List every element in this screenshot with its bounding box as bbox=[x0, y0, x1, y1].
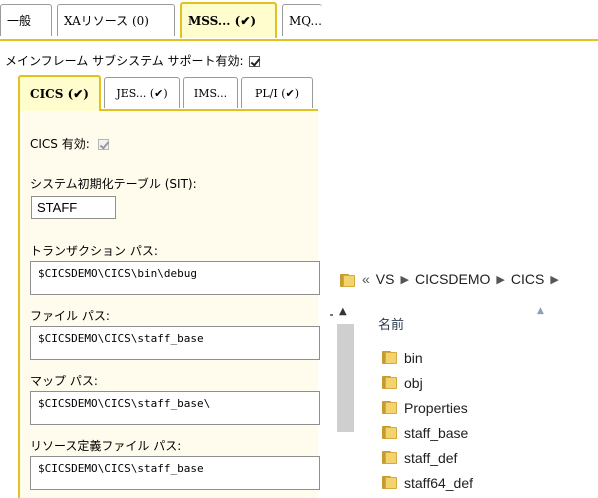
tab-general[interactable]: 一般 bbox=[0, 4, 52, 36]
transaction-path-field[interactable]: $CICSDEMO\CICS\bin\debug bbox=[30, 261, 320, 295]
item-label: bin bbox=[404, 349, 423, 366]
tab-cics[interactable]: CICS (✔) bbox=[18, 75, 101, 111]
tab-general-label: 一般 bbox=[7, 14, 32, 28]
cics-enabled-label: CICS 有効: bbox=[30, 137, 90, 151]
tab-jes[interactable]: JES... (✔) bbox=[104, 77, 180, 108]
breadcrumb-cics[interactable]: CICS bbox=[511, 271, 544, 287]
file-path-label: ファイル パス: bbox=[30, 309, 110, 323]
list-item[interactable]: obj bbox=[382, 370, 592, 395]
folder-icon bbox=[340, 274, 355, 287]
sit-input[interactable]: STAFF bbox=[31, 196, 116, 219]
breadcrumb-cicsdemo[interactable]: CICSDEMO bbox=[415, 271, 490, 287]
list-item[interactable]: staff_def bbox=[382, 445, 592, 470]
chevron-right-icon[interactable]: ▶ bbox=[496, 274, 504, 286]
tab-mq-label: MQ... bbox=[289, 13, 322, 28]
folder-icon bbox=[382, 476, 397, 489]
item-label: staff64_def bbox=[404, 474, 474, 491]
sort-ascending-icon: ▲ bbox=[537, 306, 544, 316]
tab-mss-label: MSS... (✔) bbox=[188, 14, 257, 28]
tab-mss[interactable]: MSS... (✔) bbox=[180, 2, 277, 38]
folder-icon bbox=[382, 451, 397, 464]
top-tab-bar: 一般 XAリソース (0) MSS... (✔) MQ... bbox=[0, 0, 598, 41]
file-explorer: « VS ▶ CICSDEMO ▶ CICS ▶ ▲ 名前 ▲ bin obj Proper… bbox=[330, 262, 598, 498]
item-label: staff_base bbox=[404, 424, 469, 441]
file-path-field[interactable]: $CICSDEMO\CICS\staff_base bbox=[30, 326, 320, 360]
file-list: bin obj Properties staff_base staff_def … bbox=[382, 345, 592, 495]
tab-ims-label: IMS... bbox=[193, 86, 228, 100]
more-crumbs-icon[interactable]: « bbox=[362, 271, 370, 287]
tab-ims[interactable]: IMS... bbox=[183, 77, 238, 108]
map-path-label: マップ パス: bbox=[30, 374, 98, 388]
mainframe-support-label: メインフレーム サブシステム サポート有効: bbox=[5, 54, 244, 68]
tab-pli-label: PL/I (✔) bbox=[254, 86, 300, 100]
folder-icon bbox=[382, 426, 397, 439]
scrollbar-thumb[interactable] bbox=[337, 324, 354, 432]
tab-cics-label: CICS (✔) bbox=[30, 87, 89, 101]
sit-label: システム初期化テーブル (SIT): bbox=[30, 177, 197, 191]
tab-mq[interactable]: MQ... bbox=[282, 4, 322, 36]
item-label: staff_def bbox=[404, 449, 458, 466]
folder-icon bbox=[382, 401, 397, 414]
list-item[interactable]: staff_base bbox=[382, 420, 592, 445]
mainframe-support-checkbox[interactable] bbox=[248, 56, 260, 67]
chevron-right-icon[interactable]: ▶ bbox=[400, 274, 408, 286]
cics-enabled-checkbox bbox=[97, 139, 109, 150]
scroll-up-arrow-icon[interactable]: ▲ bbox=[339, 306, 347, 317]
resource-file-path-field[interactable]: $CICSDEMO\CICS\staff_base bbox=[30, 456, 320, 490]
breadcrumb-vs[interactable]: VS bbox=[376, 271, 395, 287]
breadcrumb: « VS ▶ CICSDEMO ▶ CICS ▶ bbox=[362, 271, 565, 287]
address-bar[interactable]: « VS ▶ CICSDEMO ▶ CICS ▶ bbox=[330, 262, 598, 298]
list-item[interactable]: staff64_def bbox=[382, 470, 592, 495]
list-item[interactable]: Properties bbox=[382, 395, 592, 420]
nav-marker bbox=[330, 314, 333, 316]
tab-xa-resources-label: XAリソース (0) bbox=[64, 14, 149, 28]
tab-pli[interactable]: PL/I (✔) bbox=[241, 77, 313, 108]
resource-file-path-label: リソース定義ファイル パス: bbox=[30, 439, 182, 453]
transaction-path-label: トランザクション パス: bbox=[30, 244, 158, 258]
map-path-field[interactable]: $CICSDEMO\CICS\staff_base\ bbox=[30, 391, 320, 425]
folder-icon bbox=[382, 376, 397, 389]
tab-jes-label: JES... (✔) bbox=[116, 86, 168, 100]
item-label: Properties bbox=[404, 399, 468, 416]
tab-xa-resources[interactable]: XAリソース (0) bbox=[57, 4, 175, 36]
folder-icon bbox=[382, 351, 397, 364]
list-item[interactable]: bin bbox=[382, 345, 592, 370]
tab-bar-underline bbox=[0, 39, 598, 41]
item-label: obj bbox=[404, 374, 423, 391]
cics-settings-panel: CICS 有効: システム初期化テーブル (SIT): STAFF トランザクシ… bbox=[18, 109, 320, 498]
column-header-name[interactable]: 名前 bbox=[378, 314, 404, 333]
cics-enabled-row: CICS 有効: bbox=[30, 135, 109, 152]
mainframe-support-row: メインフレーム サブシステム サポート有効: bbox=[5, 52, 260, 69]
chevron-right-icon[interactable]: ▶ bbox=[550, 274, 558, 286]
